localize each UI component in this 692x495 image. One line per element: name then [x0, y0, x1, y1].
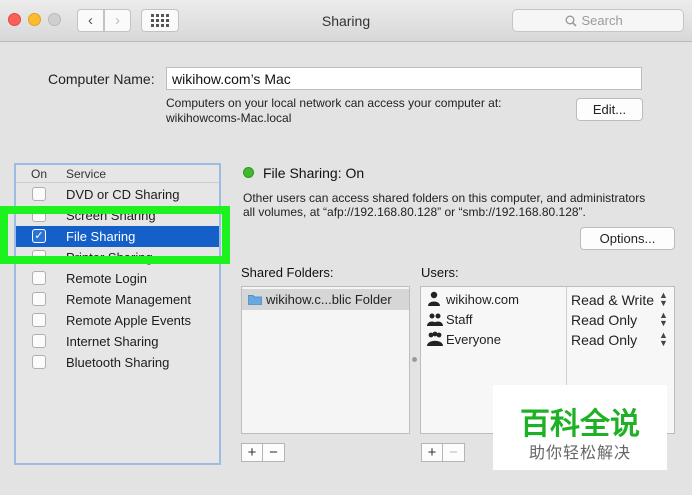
computer-name-label: Computer Name: — [48, 71, 155, 87]
service-label: DVD or CD Sharing — [66, 187, 180, 202]
file-sharing-status: File Sharing: On — [263, 165, 365, 181]
remove-user-button[interactable]: − — [443, 443, 465, 462]
file-sharing-description: Other users can access shared folders on… — [243, 191, 646, 219]
search-field[interactable] — [512, 9, 684, 32]
shared-folder-name: wikihow.c...blic Folder — [266, 292, 392, 307]
permission-select[interactable]: Read Only — [571, 312, 637, 328]
service-checkbox[interactable] — [32, 334, 46, 348]
group-icon — [427, 313, 443, 326]
service-checkbox[interactable] — [32, 187, 46, 201]
add-user-button[interactable]: + — [421, 443, 443, 462]
user-name: Everyone — [446, 332, 501, 347]
folder-icon — [248, 295, 262, 305]
remove-folder-button[interactable]: − — [263, 443, 285, 462]
user-name: wikihow.com — [446, 292, 519, 307]
service-label: Bluetooth Sharing — [66, 355, 170, 370]
edit-button[interactable]: Edit... — [576, 98, 643, 121]
header-service: Service — [66, 167, 107, 181]
watermark-subtitle: 助你轻松解决 — [528, 443, 631, 462]
service-label: Remote Login — [66, 271, 147, 286]
service-label: Internet Sharing — [66, 334, 159, 349]
add-folder-button[interactable]: + — [241, 443, 263, 462]
permission-select[interactable]: Read Only — [571, 332, 637, 348]
service-checkbox[interactable] — [32, 271, 46, 285]
service-row-remote-apple-events[interactable]: Remote Apple Events — [16, 310, 219, 331]
stepper-arrows-icon[interactable]: ▲ ▼ — [659, 311, 668, 328]
group-icon — [427, 331, 443, 346]
split-handle[interactable] — [412, 357, 417, 362]
status-indicator — [243, 167, 254, 178]
service-row-remote-management[interactable]: Remote Management — [16, 289, 219, 310]
service-checkbox[interactable] — [32, 292, 46, 306]
service-label: Remote Apple Events — [66, 313, 192, 328]
service-row-dvd-sharing[interactable]: DVD or CD Sharing — [16, 184, 219, 205]
service-row-remote-login[interactable]: Remote Login — [16, 268, 219, 289]
user-row-everyone[interactable]: Everyone Read Only ▲ ▼ — [421, 329, 674, 349]
watermark-logo: 百科全说 助你轻松解决 — [493, 385, 667, 470]
shared-folders-label: Shared Folders: — [241, 265, 334, 280]
highlight-box — [0, 206, 230, 264]
service-checkbox[interactable] — [32, 355, 46, 369]
shared-folders-controls: + − — [241, 443, 285, 462]
single-user-icon — [428, 291, 440, 306]
users-label: Users: — [421, 265, 459, 280]
options-button[interactable]: Options... — [580, 227, 675, 250]
stepper-arrows-icon[interactable]: ▲ ▼ — [659, 291, 668, 308]
shared-folders-list: wikihow.c...blic Folder — [241, 286, 410, 434]
header-on: On — [31, 167, 48, 181]
stepper-arrows-icon[interactable]: ▲ ▼ — [659, 331, 668, 348]
service-row-bluetooth-sharing[interactable]: Bluetooth Sharing — [16, 352, 219, 373]
service-list-header: On Service — [16, 165, 219, 183]
shared-folder-item[interactable]: wikihow.c...blic Folder — [242, 289, 409, 310]
service-label: Remote Management — [66, 292, 192, 307]
permission-select[interactable]: Read & Write — [571, 292, 654, 308]
computer-name-field[interactable] — [166, 67, 642, 90]
computer-name-description: Computers on your local network can acce… — [166, 96, 502, 125]
title-bar: ‹ › Sharing — [0, 0, 692, 42]
user-name: Staff — [446, 312, 473, 327]
service-row-internet-sharing[interactable]: Internet Sharing — [16, 331, 219, 352]
search-input[interactable] — [581, 13, 632, 28]
search-icon — [565, 15, 577, 27]
watermark-title: 百科全说 — [520, 407, 640, 442]
user-row-staff[interactable]: Staff Read Only ▲ ▼ — [421, 309, 674, 329]
users-controls: + − — [421, 443, 465, 462]
user-row-wikihow[interactable]: wikihow.com Read & Write ▲ ▼ — [421, 289, 674, 309]
service-checkbox[interactable] — [32, 313, 46, 327]
